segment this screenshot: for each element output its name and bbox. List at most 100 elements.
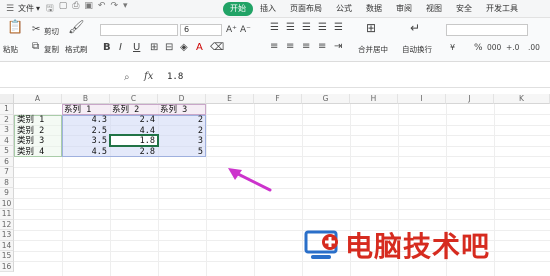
redo-icon[interactable]: ↷ [110, 1, 118, 17]
clear-format-icon[interactable]: ⌫ [210, 42, 224, 54]
copy-button[interactable]: 复制 [44, 44, 59, 55]
cell-b5[interactable]: 4.5 [62, 146, 107, 158]
font-color-icon[interactable]: A [196, 42, 203, 54]
tab-review[interactable]: 审阅 [389, 2, 419, 16]
row-header-12[interactable]: 12 [0, 219, 14, 230]
borders-icon[interactable]: ⊞ [150, 42, 158, 54]
merge-center-button[interactable]: 合并居中 [358, 44, 388, 55]
row-header-15[interactable]: 15 [0, 251, 14, 262]
row-header-13[interactable]: 13 [0, 230, 14, 241]
fill-color-icon[interactable]: ◈ [180, 42, 188, 54]
thousands-icon[interactable]: 000 [487, 42, 501, 54]
merge-center-icon[interactable]: ⊞ [366, 22, 376, 34]
tab-insert[interactable]: 插入 [253, 2, 283, 16]
row-header-7[interactable]: 7 [0, 167, 14, 178]
column-header-h[interactable]: H [350, 94, 398, 104]
row-header-11[interactable]: 11 [0, 209, 14, 220]
row-header-16[interactable]: 16 [0, 261, 14, 272]
row-header-8[interactable]: 8 [0, 177, 14, 188]
scissors-icon[interactable]: ✂ [32, 24, 40, 36]
column-header-a[interactable]: A [14, 94, 62, 104]
wrap-text-button[interactable]: 自动换行 [402, 44, 432, 55]
cut-button[interactable]: 剪切 [44, 26, 59, 37]
bold-icon[interactable]: B [103, 42, 111, 54]
column-header-i[interactable]: I [398, 94, 446, 104]
paste-button[interactable]: 粘贴 [3, 44, 18, 55]
font-grow-icon[interactable]: A⁺ [226, 24, 237, 36]
file-menu-label: 文件 [18, 4, 34, 13]
align-left-icon[interactable]: ≡ [270, 41, 278, 53]
grid-line [14, 219, 550, 220]
format-painter-icon[interactable]: 🖌 [68, 21, 85, 34]
print-icon[interactable]: ⎙ [72, 1, 79, 17]
row-header-5[interactable]: 5 [0, 146, 14, 157]
more-icon[interactable]: ▾ [123, 1, 128, 17]
tab-home[interactable]: 开始 [223, 2, 253, 16]
undo-icon[interactable]: ↶ [98, 1, 106, 17]
grid-line [206, 104, 207, 276]
ribbon-toolbar: 📋 粘贴 ✂ 剪切 ⧉ 复制 🖌 格式刷 6 A⁺ A⁻ B I U ⊞ ⊟ ◈… [0, 18, 550, 62]
file-menu[interactable]: 文件 ▾ [18, 3, 40, 14]
tab-formulas[interactable]: 公式 [329, 2, 359, 16]
row-header-2[interactable]: 2 [0, 114, 14, 125]
font-size-value: 6 [184, 25, 190, 34]
column-header-g[interactable]: G [302, 94, 350, 104]
decimal-increase-icon[interactable]: +.0 [506, 42, 519, 54]
column-header-c[interactable]: C [110, 94, 158, 104]
tab-view[interactable]: 视图 [419, 2, 449, 16]
zoom-icon[interactable]: ⌕ [124, 72, 130, 83]
cell-a5[interactable]: 类别 4 [17, 146, 44, 158]
align-right-icon[interactable]: ≡ [302, 41, 310, 53]
row-header-6[interactable]: 6 [0, 156, 14, 167]
row-header-1[interactable]: 1 [0, 104, 14, 115]
copy-icon[interactable]: ⧉ [32, 41, 39, 53]
select-all-corner[interactable] [0, 94, 14, 104]
row-header-3[interactable]: 3 [0, 125, 14, 136]
tab-developer[interactable]: 开发工具 [479, 2, 525, 16]
row-header-14[interactable]: 14 [0, 240, 14, 251]
format-painter-button[interactable]: 格式刷 [65, 44, 88, 55]
underline-icon[interactable]: U [133, 42, 140, 54]
watermark-text: 电脑技术吧 [345, 230, 491, 263]
tab-data[interactable]: 数据 [359, 2, 389, 16]
ribbon-tabs: 开始 插入 页面布局 公式 数据 审阅 视图 安全 开发工具 [223, 2, 525, 16]
column-header-f[interactable]: F [254, 94, 302, 104]
column-header-e[interactable]: E [206, 94, 254, 104]
decimal-decrease-icon[interactable]: .00 [528, 42, 540, 54]
fx-icon[interactable]: fx [144, 71, 153, 82]
column-header-d[interactable]: D [158, 94, 206, 104]
hamburger-menu-icon[interactable]: ☰ [4, 3, 16, 15]
column-header-b[interactable]: B [62, 94, 110, 104]
distribute-icon[interactable]: ≡ [318, 41, 326, 53]
row-header-10[interactable]: 10 [0, 198, 14, 209]
font-name-select[interactable] [100, 24, 178, 36]
column-header-j[interactable]: J [446, 94, 494, 104]
tab-security[interactable]: 安全 [449, 2, 479, 16]
indent-icon[interactable]: ☰ [334, 22, 343, 34]
folder-icon[interactable]: ▢ [59, 1, 68, 17]
orientation-icon[interactable]: ⇥ [334, 41, 342, 53]
align-justify-icon[interactable]: ☰ [318, 22, 327, 34]
formula-input[interactable]: 1.8 [167, 72, 183, 82]
paste-icon[interactable]: 📋 [7, 21, 23, 34]
print-preview-icon[interactable]: ▣ [84, 1, 93, 17]
merge-border-icon[interactable]: ⊟ [165, 42, 173, 54]
italic-icon[interactable]: I [119, 42, 122, 54]
save-icon[interactable]: 🖫 [46, 1, 54, 17]
tab-page-layout[interactable]: 页面布局 [283, 2, 329, 16]
number-format-select[interactable] [446, 24, 528, 36]
align-top-icon[interactable]: ☰ [270, 22, 279, 34]
currency-icon[interactable]: ¥ [450, 42, 455, 54]
font-size-select[interactable]: 6 [180, 24, 222, 36]
percent-icon[interactable]: % [474, 42, 483, 54]
row-header-9[interactable]: 9 [0, 188, 14, 199]
cell-c5[interactable]: 2.8 [110, 146, 155, 158]
row-header-4[interactable]: 4 [0, 135, 14, 146]
font-shrink-icon[interactable]: A⁻ [240, 24, 251, 36]
align-bottom-icon[interactable]: ☰ [302, 22, 311, 34]
cell-d5[interactable]: 5 [158, 146, 203, 158]
align-middle-icon[interactable]: ☰ [286, 22, 295, 34]
column-header-k[interactable]: K [494, 94, 550, 104]
align-center-icon[interactable]: ≡ [286, 41, 294, 53]
wrap-text-icon[interactable]: ↵ [410, 22, 420, 34]
